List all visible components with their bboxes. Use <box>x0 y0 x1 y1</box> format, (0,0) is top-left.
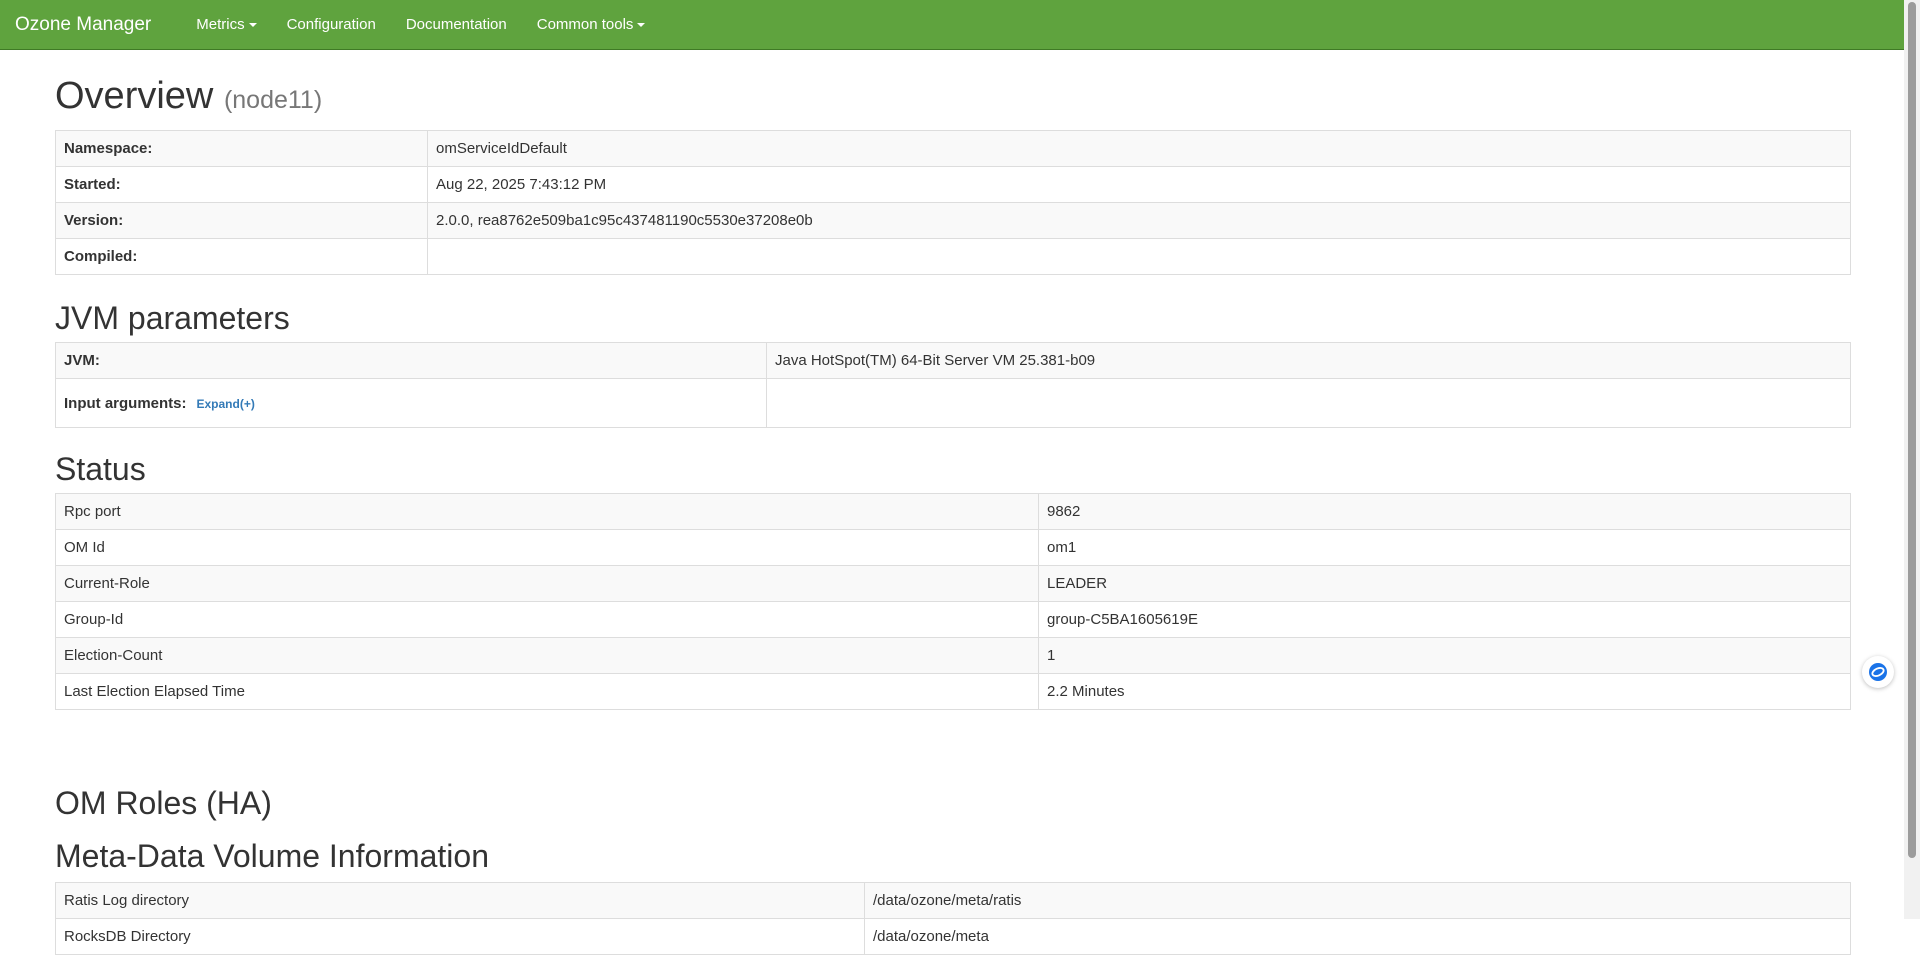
status-table: Rpc port 9862 OM Id om1 Current-Role LEA… <box>55 493 1851 710</box>
nav-metrics[interactable]: Metrics <box>181 0 271 50</box>
jvm-label: JVM: <box>55 342 767 379</box>
om-id-value: om1 <box>1038 529 1851 566</box>
namespace-value: omServiceIdDefault <box>427 130 1851 167</box>
status-section-title: Status <box>55 451 146 487</box>
assistant-button[interactable] <box>1862 656 1894 688</box>
table-row: Version: 2.0.0, rea8762e509ba1c95c437481… <box>55 202 1851 239</box>
rpc-port-value: 9862 <box>1038 493 1851 530</box>
table-row: OM Id om1 <box>55 529 1851 566</box>
scrollbar-thumb[interactable] <box>1908 2 1916 858</box>
caret-down-icon <box>637 22 646 27</box>
input-arguments-cell: Input arguments: Expand(+) <box>55 378 767 428</box>
rocksdb-value: /data/ozone/meta <box>864 918 1851 955</box>
rpc-port-label: Rpc port <box>55 493 1039 530</box>
caret-down-icon <box>248 22 257 27</box>
om-roles-section-title: OM Roles (HA) <box>55 785 272 821</box>
page-title: Overview (node11) <box>55 77 322 115</box>
ratis-log-value: /data/ozone/meta/ratis <box>864 882 1851 919</box>
jvm-value: Java HotSpot(TM) 64-Bit Server VM 25.381… <box>766 342 1851 379</box>
nav-documentation[interactable]: Documentation <box>391 0 522 50</box>
table-row: Compiled: <box>55 238 1851 275</box>
jvm-table: JVM: Java HotSpot(TM) 64-Bit Server VM 2… <box>55 342 1851 428</box>
current-role-label: Current-Role <box>55 565 1039 602</box>
started-label: Started: <box>55 166 428 203</box>
nav-common-tools[interactable]: Common tools <box>522 0 661 50</box>
version-value: 2.0.0, rea8762e509ba1c95c437481190c5530e… <box>427 202 1851 239</box>
last-election-value: 2.2 Minutes <box>1038 673 1851 710</box>
table-row: Ratis Log directory /data/ozone/meta/rat… <box>55 882 1851 919</box>
brand-link[interactable]: Ozone Manager <box>15 0 166 50</box>
compiled-label: Compiled: <box>55 238 428 275</box>
compiled-value <box>427 238 1851 275</box>
table-row: Group-Id group-C5BA1605619E <box>55 601 1851 638</box>
om-id-label: OM Id <box>55 529 1039 566</box>
table-row: Current-Role LEADER <box>55 565 1851 602</box>
table-row: Last Election Elapsed Time 2.2 Minutes <box>55 673 1851 710</box>
table-row: Started: Aug 22, 2025 7:43:12 PM <box>55 166 1851 203</box>
nav-common-tools-label: Common tools <box>536 15 634 33</box>
table-row: JVM: Java HotSpot(TM) 64-Bit Server VM 2… <box>55 342 1851 379</box>
group-id-value: group-C5BA1605619E <box>1038 601 1851 638</box>
nav-configuration[interactable]: Configuration <box>272 0 391 50</box>
table-row: Namespace: omServiceIdDefault <box>55 130 1851 167</box>
vertical-scrollbar[interactable] <box>1904 0 1920 919</box>
input-arguments-value <box>766 378 1851 428</box>
table-row: Rpc port 9862 <box>55 493 1851 530</box>
nav-metrics-label: Metrics <box>196 15 245 33</box>
expand-link[interactable]: Expand(+) <box>197 397 255 411</box>
overview-table: Namespace: omServiceIdDefault Started: A… <box>55 130 1851 275</box>
version-label: Version: <box>55 202 428 239</box>
table-row: RocksDB Directory /data/ozone/meta <box>55 918 1851 955</box>
current-role-value: LEADER <box>1038 565 1851 602</box>
group-id-label: Group-Id <box>55 601 1039 638</box>
assistant-icon <box>1869 663 1887 681</box>
namespace-label: Namespace: <box>55 130 428 167</box>
table-row: Election-Count 1 <box>55 637 1851 674</box>
last-election-label: Last Election Elapsed Time <box>55 673 1039 710</box>
table-row: Input arguments: Expand(+) <box>55 378 1851 428</box>
ratis-log-label: Ratis Log directory <box>55 882 865 919</box>
overview-title: Overview <box>55 75 214 117</box>
started-value: Aug 22, 2025 7:43:12 PM <box>427 166 1851 203</box>
rocksdb-label: RocksDB Directory <box>55 918 865 955</box>
jvm-section-title: JVM parameters <box>55 300 290 336</box>
metadata-section-title: Meta-Data Volume Information <box>55 838 489 874</box>
node-name: (node11) <box>223 86 323 114</box>
top-navbar: Ozone Manager Metrics Configuration Docu… <box>0 0 1904 50</box>
input-arguments-label: Input arguments: <box>64 394 187 412</box>
election-count-label: Election-Count <box>55 637 1039 674</box>
election-count-value: 1 <box>1038 637 1851 674</box>
